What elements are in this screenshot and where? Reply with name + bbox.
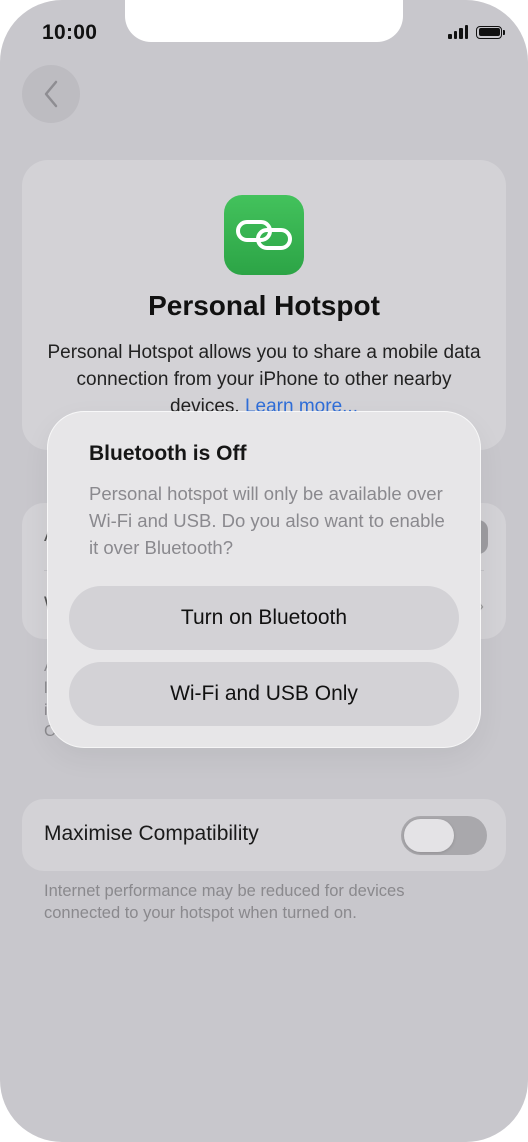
hotspot-description: Personal Hotspot allows you to share a m… bbox=[40, 339, 488, 420]
battery-icon bbox=[476, 25, 505, 39]
phone-screen: 10:00 Personal Hotspot Personal Hotspot … bbox=[0, 0, 528, 1142]
back-button[interactable] bbox=[22, 65, 80, 123]
personal-hotspot-app-icon bbox=[224, 195, 304, 275]
status-time: 10:00 bbox=[42, 21, 98, 44]
cellular-signal-icon bbox=[448, 25, 468, 39]
maximise-compatibility-label: Maximise Compatibility bbox=[44, 822, 259, 845]
maximise-compatibility-toggle[interactable] bbox=[401, 816, 487, 855]
alert-message: Personal hotspot will only be available … bbox=[89, 483, 445, 558]
chevron-left-icon bbox=[44, 80, 58, 108]
page-title: Personal Hotspot bbox=[148, 290, 380, 321]
turn-on-bluetooth-button[interactable]: Turn on Bluetooth bbox=[69, 586, 459, 650]
compatibility-footnote: Internet performance may be reduced for … bbox=[44, 882, 405, 922]
alert-title: Bluetooth is Off bbox=[89, 442, 247, 465]
notch bbox=[125, 0, 403, 42]
toggle-knob bbox=[404, 819, 454, 852]
status-icons bbox=[448, 25, 505, 39]
wifi-usb-only-button[interactable]: Wi-Fi and USB Only bbox=[69, 662, 459, 726]
link-icon bbox=[236, 220, 292, 250]
